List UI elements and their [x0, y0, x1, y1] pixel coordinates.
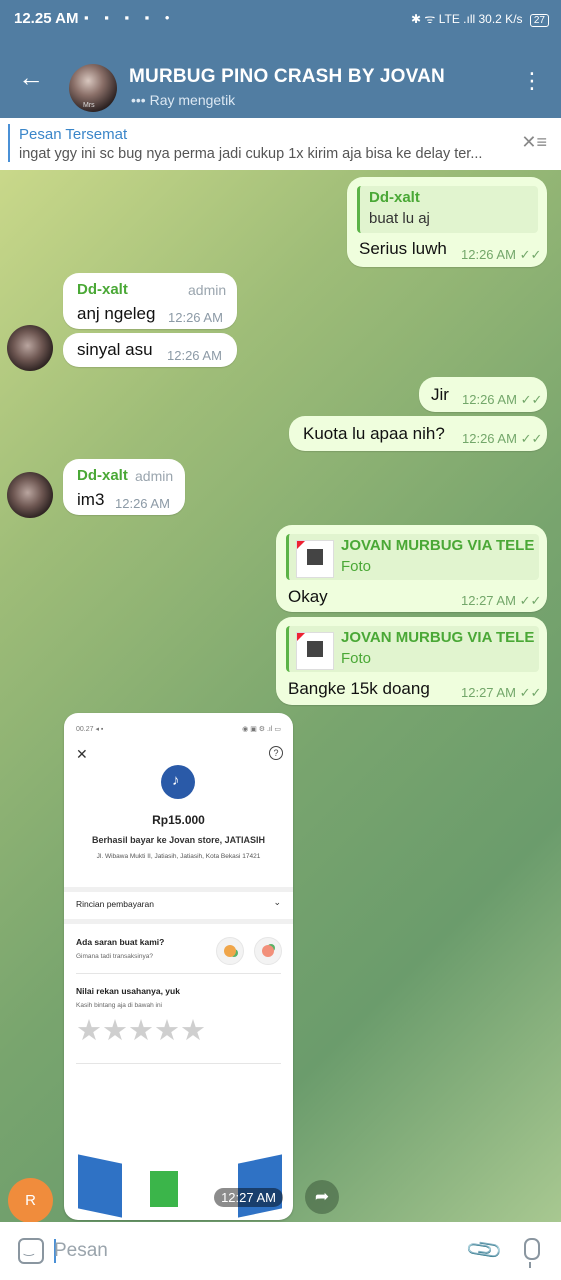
message-bubble-outgoing[interactable]: JOVAN MURBUG VIA TELE Foto Okay 12:27 AM… — [276, 525, 547, 612]
message-bubble-incoming[interactable]: sinyal asu 12:26 AM — [63, 333, 237, 367]
message-text: im3 — [77, 490, 105, 509]
avatar-tag: Mrs — [83, 102, 95, 109]
merchant-address: Jl. Wibawa Mukti II, Jatiasih, Jatiasih,… — [96, 853, 261, 860]
message-text: anj ngeleg — [77, 304, 156, 323]
reply-text: Foto — [341, 558, 372, 575]
sender-name[interactable]: Dd-xalt — [77, 467, 128, 484]
message-text: Serius luwh — [359, 239, 447, 258]
status-right: ✱ ᯤ LTE .ıll 30.2 K/s 27 — [411, 10, 549, 27]
read-ticks-icon: ✓✓ — [520, 392, 543, 407]
payment-recipient: Berhasil bayar ke Jovan store, JATIASIH — [92, 835, 265, 845]
message-text: Jir — [431, 385, 449, 404]
user-avatar[interactable] — [7, 325, 53, 371]
battery-icon: 27 — [529, 14, 549, 27]
more-menu-icon[interactable]: ⋮ — [521, 70, 543, 92]
payment-amount: Rp15.000 — [152, 813, 205, 827]
pinned-indicator — [8, 124, 10, 162]
message-time: 12:26 AM — [115, 496, 170, 511]
user-avatar[interactable]: R — [8, 1178, 53, 1222]
group-avatar[interactable]: Mrs — [69, 64, 117, 112]
status-bar: 12.25 AM ▪ ▪ ▪ ▪ • ✱ ᯤ LTE .ıll 30.2 K/s… — [0, 0, 561, 38]
reply-quote[interactable]: JOVAN MURBUG VIA TELE Foto — [286, 626, 539, 672]
suggestion-subtitle: Gimana tadi transaksinya? — [76, 953, 153, 960]
chat-header: ← Mrs MURBUG PINO CRASH BY JOVAN ••• Ray… — [0, 38, 561, 118]
pinned-message-bar[interactable]: Pesan Tersemat ingat ygy ini sc bug nya … — [0, 118, 561, 171]
read-ticks-icon: ✓✓ — [519, 685, 542, 700]
message-text: Okay — [288, 587, 328, 606]
attach-icon[interactable]: 📎 — [464, 1230, 506, 1271]
pinned-title: Pesan Tersemat — [19, 126, 128, 143]
notification-icons: ▪ ▪ ▪ ▪ • — [84, 10, 176, 25]
message-time: 12:26 AM ✓✓ — [462, 431, 543, 446]
reply-quote[interactable]: JOVAN MURBUG VIA TELE Foto — [286, 534, 539, 580]
message-time: 12:27 AM ✓✓ — [461, 593, 542, 608]
network-icons: ✱ ᯤ LTE .ıll 30.2 K/s — [411, 12, 523, 26]
photo-time: 12:27 AM — [214, 1188, 283, 1207]
message-time: 12:26 AM ✓✓ — [462, 392, 543, 407]
message-bubble-outgoing[interactable]: JOVAN MURBUG VIA TELE Foto Bangke 15k do… — [276, 617, 547, 705]
message-time: 12:26 AM — [168, 310, 223, 325]
help-icon: ? — [269, 746, 283, 760]
message-time: 12:27 AM ✓✓ — [461, 685, 542, 700]
merchant-logo-icon — [161, 765, 195, 799]
message-bubble-outgoing[interactable]: Dd-xalt buat lu aj Serius luwh 12:26 AM … — [347, 177, 547, 267]
admin-badge: admin — [188, 282, 227, 298]
message-input[interactable]: Pesan — [54, 1240, 108, 1262]
read-ticks-icon: ✓✓ — [519, 247, 542, 262]
sender-name[interactable]: Dd-xalt — [77, 281, 128, 298]
rating-stars-icon: ★★★★★ — [76, 1015, 206, 1047]
reply-sender: JOVAN MURBUG VIA TELE — [341, 629, 535, 646]
read-ticks-icon: ✓✓ — [519, 593, 542, 608]
message-input-bar: Pesan 📎 — [0, 1222, 561, 1280]
admin-badge: admin — [135, 468, 174, 484]
rating-subtitle: Kasih bintang aja di bawah ini — [76, 1002, 163, 1009]
user-avatar[interactable] — [7, 472, 53, 518]
unpin-icon[interactable]: ✕≡ — [521, 132, 547, 153]
photo-thumbnail — [296, 540, 334, 578]
message-bubble-incoming[interactable]: Dd-xalt admin im3 12:26 AM — [63, 459, 185, 515]
rating-title: Nilai rekan usahanya, yuk — [76, 986, 180, 996]
divider — [64, 887, 293, 892]
photo-message[interactable]: 00.27 ◂ ▪ ◉ ▣ ⚙ .ıl ▭ ✕ ? Rp15.000 Berha… — [64, 713, 293, 1220]
reply-text: Foto — [341, 650, 372, 667]
payment-details-label: Rincian pembayaran — [76, 899, 154, 909]
pinned-text: ingat ygy ini sc bug nya perma jadi cuku… — [19, 146, 483, 162]
microphone-icon[interactable] — [524, 1238, 540, 1268]
suggestion-title: Ada saran buat kami? — [76, 937, 165, 947]
message-text: Bangke 15k doang — [288, 679, 430, 698]
food-icon — [254, 937, 282, 965]
emoji-icon[interactable] — [18, 1238, 44, 1264]
divider — [76, 973, 281, 974]
reply-sender: Dd-xalt — [369, 189, 420, 206]
chevron-down-icon: ⌄ — [273, 897, 281, 907]
photo-thumbnail — [296, 632, 334, 670]
chat-area: Dd-xalt buat lu aj Serius luwh 12:26 AM … — [0, 170, 561, 1222]
close-icon: ✕ — [76, 746, 88, 762]
screenshot-status-right: ◉ ▣ ⚙ .ıl ▭ — [242, 726, 281, 733]
divider — [64, 919, 293, 924]
message-time: 12:26 AM ✓✓ — [461, 247, 542, 262]
message-bubble-incoming[interactable]: Dd-xalt admin anj ngeleg 12:26 AM — [63, 273, 237, 329]
message-bubble-outgoing[interactable]: Jir 12:26 AM ✓✓ — [419, 377, 547, 412]
message-bubble-outgoing[interactable]: Kuota lu apaa nih? 12:26 AM ✓✓ — [289, 416, 547, 451]
read-ticks-icon: ✓✓ — [520, 431, 543, 446]
back-arrow-icon[interactable]: ← — [18, 64, 44, 90]
screenshot-status-left: 00.27 ◂ ▪ — [76, 726, 104, 733]
divider — [76, 1063, 281, 1064]
reply-text: buat lu aj — [369, 210, 430, 227]
status-time: 12.25 AM — [14, 10, 79, 27]
typing-status: ••• Ray mengetik — [131, 92, 236, 108]
reply-sender: JOVAN MURBUG VIA TELE — [341, 537, 535, 554]
chat-title[interactable]: MURBUG PINO CRASH BY JOVAN — [129, 66, 445, 88]
message-text: sinyal asu — [77, 340, 153, 359]
reply-quote[interactable]: Dd-xalt buat lu aj — [357, 186, 538, 233]
forward-icon[interactable]: ➦ — [305, 1180, 339, 1214]
food-icon — [216, 937, 244, 965]
message-text: Kuota lu apaa nih? — [303, 424, 445, 443]
message-time: 12:26 AM — [167, 348, 222, 363]
